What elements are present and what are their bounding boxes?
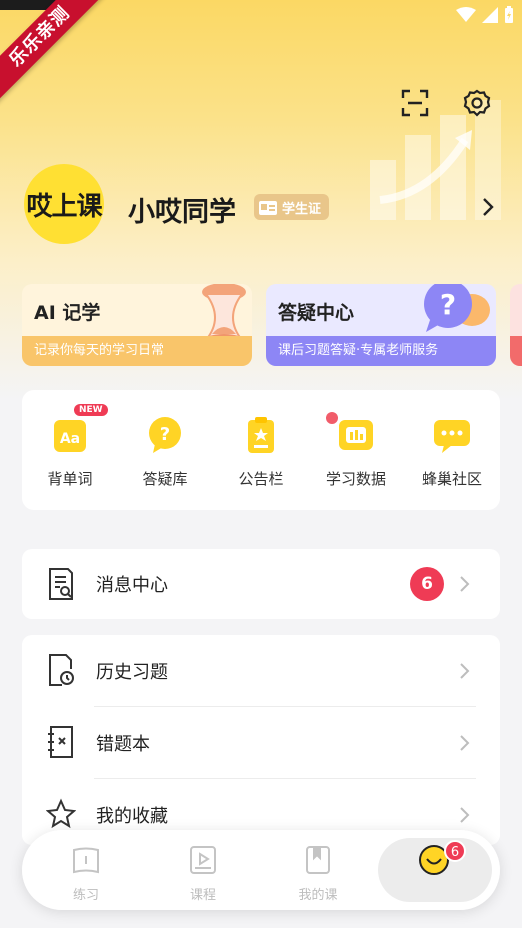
new-badge: NEW [74, 404, 108, 416]
message-center-row[interactable]: 消息中心 6 [22, 549, 500, 619]
notification-dot [326, 412, 338, 424]
study-records-card: 历史习题 错题本 我的收藏 [22, 635, 500, 845]
bottom-tab-bar: 练习 课程 我的课 6 [22, 830, 500, 910]
avatar[interactable]: 哎上课 [24, 164, 104, 244]
tool-label: 蜂巢社区 [421, 470, 482, 488]
next-card-peek[interactable] [510, 284, 522, 366]
tab-courses[interactable]: 课程 [153, 844, 253, 903]
scan-icon [401, 89, 429, 117]
status-bar-icons [456, 6, 514, 28]
username[interactable]: 小哎同学 [128, 190, 236, 229]
mistake-book-icon [48, 726, 73, 758]
course-play-icon [190, 846, 216, 874]
battery-icon [504, 6, 514, 28]
practice-book-icon [73, 847, 99, 874]
favorites-label: 我的收藏 [96, 806, 168, 827]
tool-qa-library[interactable]: ? 答疑库 [117, 416, 213, 489]
chevron-right-icon [460, 576, 470, 592]
wifi-icon [456, 7, 476, 27]
tool-study-data[interactable]: 学习数据 [308, 412, 404, 489]
message-count-badge: 6 [410, 567, 444, 601]
signal-icon [482, 7, 498, 27]
student-id-badge[interactable]: 学生证 [254, 194, 330, 220]
tool-community[interactable]: 蜂巢社区 [404, 416, 500, 489]
history-exercises-row[interactable]: 历史习题 [22, 635, 500, 707]
tab-practice-label: 练习 [72, 888, 99, 903]
message-doc-icon [49, 568, 73, 600]
profile-badge: 6 [444, 840, 466, 862]
qa-center-card[interactable]: 答疑中心 ? 课后习题答疑·专属老师服务 [266, 284, 496, 366]
ai-study-card[interactable]: AI 记学 记录你每天的学习日常 [22, 284, 252, 366]
chat-dots-icon [432, 416, 472, 454]
svg-text:Aa: Aa [60, 431, 80, 447]
data-screen-icon [326, 412, 376, 454]
qa-center-title: 答疑中心 [278, 302, 355, 324]
svg-text:?: ? [160, 424, 170, 445]
mistake-book-label: 错题本 [96, 734, 150, 755]
clipboard-icon [241, 416, 281, 454]
question-bubble-icon: ? [145, 416, 185, 454]
message-center-label: 消息中心 [96, 575, 168, 596]
history-exercises-label: 历史习题 [96, 662, 168, 683]
chevron-right-icon [460, 807, 470, 823]
tool-label: 答疑库 [142, 470, 188, 488]
my-course-icon [306, 846, 330, 874]
tab-my-courses-label: 我的课 [298, 888, 338, 903]
message-center-card: 消息中心 6 [22, 549, 500, 619]
ai-study-subtitle: 记录你每天的学习日常 [22, 336, 252, 366]
settings-button[interactable] [462, 88, 492, 118]
chevron-right-icon [460, 735, 470, 751]
tool-label: 公告栏 [238, 470, 284, 488]
star-icon [46, 798, 76, 829]
mistake-book-row[interactable]: 错题本 [22, 707, 500, 779]
id-card-icon [259, 201, 277, 215]
next-card-strip [510, 336, 522, 366]
profile-chevron-icon[interactable] [480, 196, 496, 222]
tab-profile[interactable] [384, 844, 484, 880]
tool-bulletin[interactable]: 公告栏 [213, 416, 309, 489]
tool-label: 学习数据 [325, 470, 386, 488]
svg-text:?: ? [440, 288, 456, 321]
gear-icon [463, 89, 491, 117]
tools-panel: Aa NEW 背单词 ? 答疑库 公告栏 学习数据 蜂巢社区 [22, 390, 500, 510]
question-chat-icon: ? [424, 284, 490, 332]
tab-courses-label: 课程 [189, 888, 216, 903]
student-id-label: 学生证 [282, 201, 322, 217]
qa-center-subtitle: 课后习题答疑·专属老师服务 [266, 336, 496, 366]
tab-practice[interactable]: 练习 [36, 844, 136, 903]
scan-button[interactable] [400, 88, 430, 118]
tab-my-courses[interactable]: 我的课 [268, 844, 368, 903]
history-doc-icon [49, 654, 74, 686]
chevron-right-icon [460, 663, 470, 679]
ai-study-title: AI 记学 [34, 302, 101, 324]
tool-vocabulary[interactable]: Aa NEW 背单词 [22, 404, 118, 489]
aa-card-icon: Aa NEW [50, 404, 108, 454]
tool-label: 背单词 [47, 470, 93, 488]
